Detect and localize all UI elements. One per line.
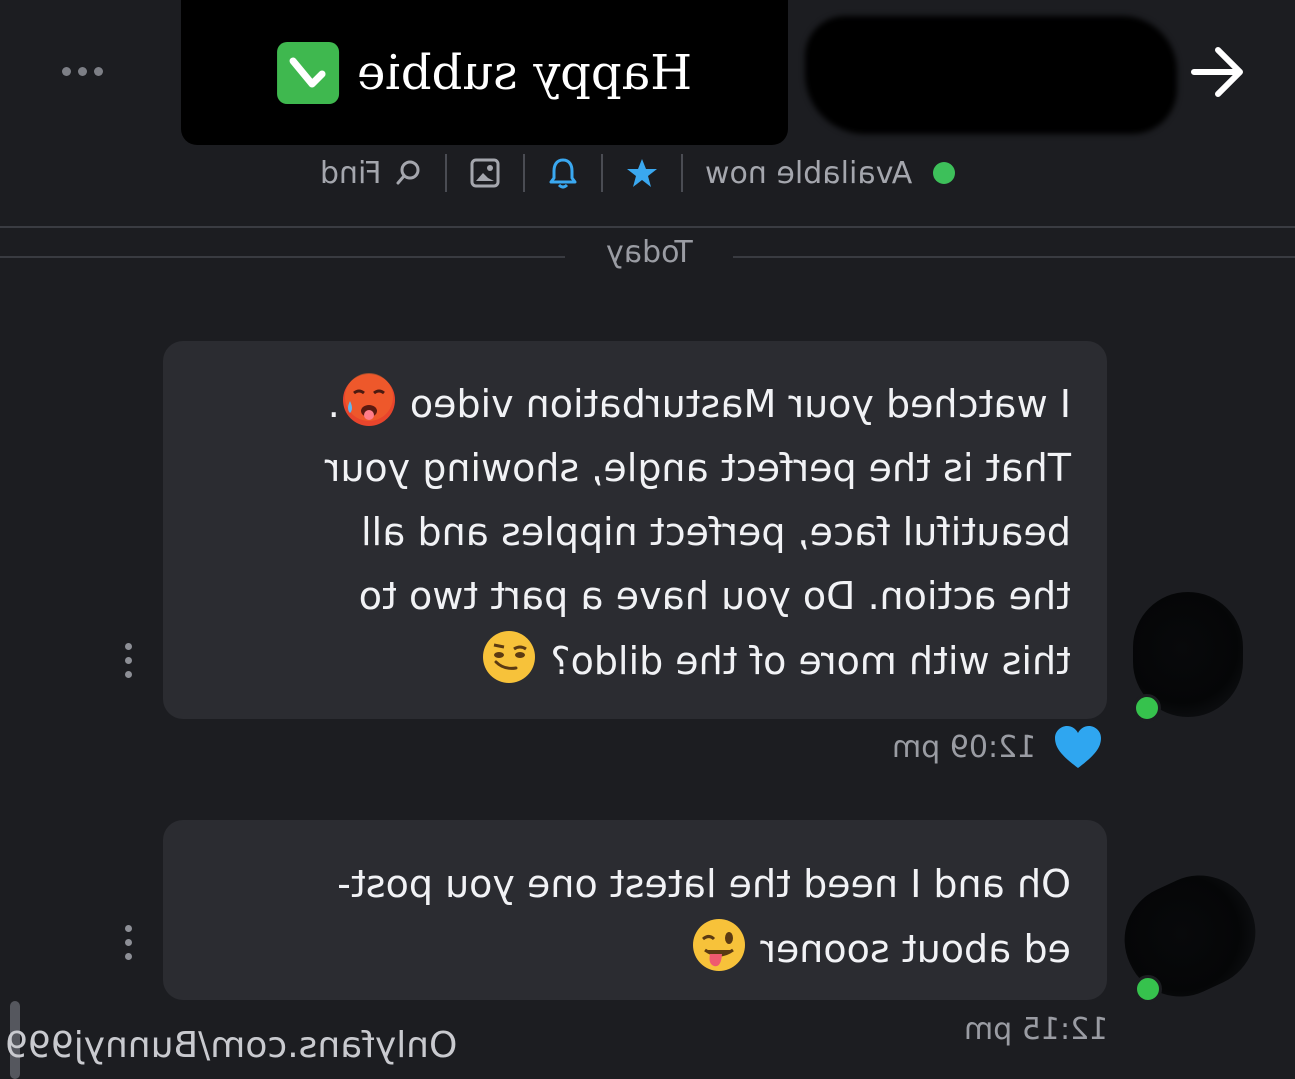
notifications-button[interactable]	[547, 156, 579, 190]
chat-toolbar: Find Available now	[320, 150, 1140, 196]
toolbar-divider	[523, 154, 526, 192]
message-timestamp: 12:15 pm	[964, 1012, 1108, 1047]
message-line-text: this with more of the dildo?	[550, 639, 1071, 683]
watermark-text: Onlyfans.com/Bunnyj999	[5, 1025, 458, 1066]
chat-title-box: Happy subbie	[181, 0, 788, 145]
message-line: I watched your Masturbation video .	[209, 371, 1071, 436]
check-mark-icon	[276, 41, 339, 104]
toolbar-divider	[681, 154, 684, 192]
avatar[interactable]	[1106, 857, 1274, 1015]
online-dot-icon	[932, 162, 955, 184]
status-text: Available now	[705, 155, 913, 191]
chat-header: Happy subbie Find Available now	[0, 0, 1295, 226]
message-line-text: ed about sooner	[760, 927, 1071, 971]
search-icon	[396, 160, 420, 185]
message-text: I watched your Masturbation video . That…	[209, 371, 1071, 693]
online-dot-icon	[1133, 694, 1161, 722]
timestamp-text: 12:15 pm	[964, 1012, 1109, 1047]
more-horizontal-icon[interactable]	[52, 56, 112, 86]
heart-icon[interactable]	[1052, 722, 1104, 772]
message-line: ed about sooner	[209, 916, 1071, 981]
toolbar-divider	[445, 154, 448, 192]
winking-face-with-tongue-emoji-icon	[693, 919, 746, 971]
message-options-icon[interactable]	[120, 643, 136, 678]
hot-face-emoji-icon	[342, 373, 395, 426]
message-line: the action. Do you have a part two to	[358, 574, 1071, 618]
message-bubble[interactable]: Oh and I need the latest one you post- e…	[163, 820, 1107, 1000]
availability-status: Available now	[705, 155, 955, 191]
watermark: Onlyfans.com/Bunnyj999	[5, 1025, 457, 1066]
toolbar-divider	[601, 154, 604, 192]
day-separator: Today	[565, 235, 733, 270]
message-text: Oh and I need the latest one you post- e…	[209, 852, 1071, 981]
day-divider-line	[733, 256, 1295, 258]
redacted-username	[805, 16, 1177, 134]
media-button[interactable]	[469, 157, 501, 189]
star-icon	[627, 159, 658, 187]
image-icon	[470, 158, 500, 188]
chat-title: Happy subbie	[276, 41, 693, 104]
find-button[interactable]: Find	[320, 156, 423, 191]
message-punct: .	[327, 382, 340, 426]
message-line: this with more of the dildo?	[209, 628, 1071, 693]
timestamp-text: 12:09 pm	[892, 730, 1037, 765]
online-dot-icon	[1134, 975, 1162, 1003]
chat-title-text: Happy subbie	[356, 44, 693, 101]
message-timestamp: 12:09 pm	[892, 730, 1036, 765]
find-label: Find	[320, 155, 382, 191]
day-label: Today	[605, 235, 693, 270]
day-divider-line	[0, 256, 565, 258]
bell-icon	[549, 158, 577, 189]
message-line-text: I watched your Masturbation video	[409, 382, 1071, 426]
message-line: That is the perfect angle, showing your	[324, 446, 1071, 490]
arrow-right-icon[interactable]	[1188, 40, 1248, 104]
message-bubble[interactable]: I watched your Masturbation video . That…	[163, 341, 1107, 719]
header-divider	[0, 226, 1295, 228]
smirking-face-emoji-icon	[483, 631, 536, 683]
favorite-button[interactable]	[625, 156, 659, 190]
message-line: Oh and I need the latest one you post-	[337, 862, 1071, 906]
message-line: beautiful face, perfect nipples and all	[361, 510, 1071, 554]
message-options-icon[interactable]	[120, 925, 136, 960]
